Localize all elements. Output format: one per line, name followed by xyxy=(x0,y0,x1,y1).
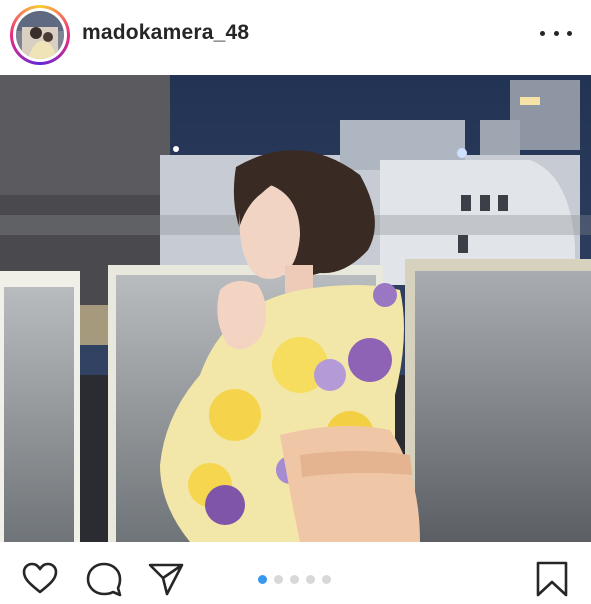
more-dot xyxy=(553,30,559,36)
username[interactable]: madokamera_48 xyxy=(82,21,249,45)
avatar-thumbnail xyxy=(16,11,64,59)
heart-outline-svg xyxy=(22,562,58,594)
heart-outline-icon[interactable] xyxy=(20,559,60,599)
post-photo[interactable] xyxy=(0,75,591,542)
bookmark-outline-icon[interactable] xyxy=(532,559,572,599)
carousel-indicator xyxy=(258,575,331,584)
avatar[interactable] xyxy=(16,11,64,59)
post-header: madokamera_48 xyxy=(0,0,591,75)
more-dot xyxy=(540,30,545,36)
bookmark-outline-svg xyxy=(536,561,568,597)
photo-illustration xyxy=(0,75,591,542)
more-dot xyxy=(567,30,572,36)
carousel-dot xyxy=(258,575,267,584)
avatar-story-ring[interactable] xyxy=(10,5,70,65)
carousel-dot xyxy=(322,575,331,584)
paper-plane-icon[interactable] xyxy=(146,559,186,599)
carousel-dot xyxy=(274,575,283,584)
avatar-ring-gap xyxy=(13,8,67,62)
more-horizontal-icon[interactable] xyxy=(540,20,572,46)
comment-bubble-svg xyxy=(86,562,122,597)
action-bar xyxy=(0,542,591,600)
comment-bubble-icon[interactable] xyxy=(84,559,124,599)
carousel-dot xyxy=(290,575,299,584)
carousel-dot xyxy=(306,575,315,584)
paper-plane-svg xyxy=(148,563,184,596)
